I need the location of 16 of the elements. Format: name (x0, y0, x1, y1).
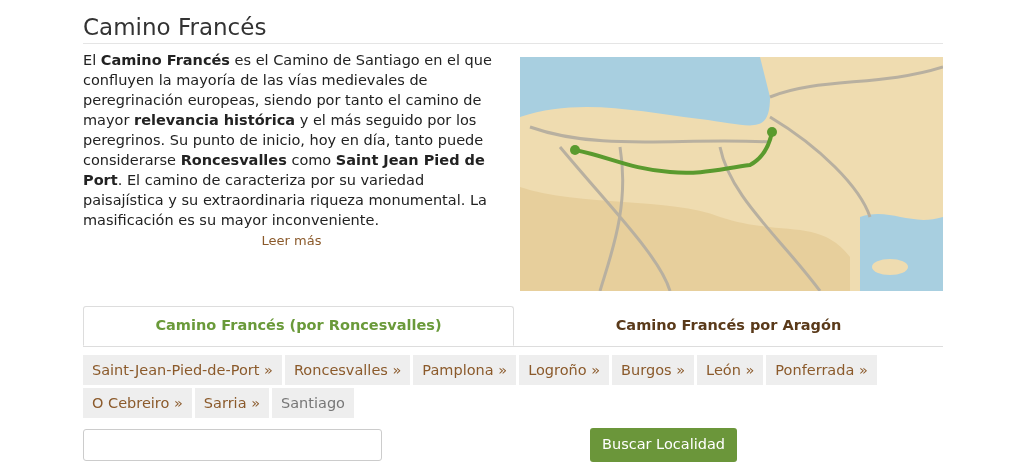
stage-link[interactable]: León » (697, 355, 764, 385)
intro-paragraph: El Camino Francés es el Camino de Santiago en el que confluyen la mayoría de las vías medievales de peregrinación europeas, siendo por tanto el camino de mayor relevancia histórica y el más seguido por los peregrinos. Su punto de inicio, hoy en día, tanto puede considerarse Roncesvalles como Saint Jean Pied de Port. El camino de caracteriza por su variedad paisajística y su extraordinaria riqueza monumental. La masificación es su mayor inconveniente. (83, 51, 493, 230)
search-button[interactable]: Buscar Localidad (590, 428, 738, 462)
stage-link[interactable]: O Cebreiro » (83, 388, 192, 418)
route-tab[interactable]: Camino Francés (por Roncesvalles) (83, 306, 514, 346)
stage-link[interactable]: Pamplona » (413, 355, 517, 385)
stage-link[interactable]: Ponferrada » (766, 355, 877, 385)
stage-link[interactable]: Burgos » (612, 355, 695, 385)
search-field[interactable] (83, 429, 382, 461)
page-title: Camino Francés (83, 12, 943, 44)
stage-link[interactable]: Sarria » (194, 388, 269, 418)
stage-link[interactable]: Roncesvalles » (284, 355, 411, 385)
stage-link[interactable]: Saint-Jean-Pied-de-Port » (83, 355, 282, 385)
stage-link[interactable]: Logroño » (519, 355, 610, 385)
stage-label: Santiago (272, 388, 354, 418)
read-more-link[interactable]: Leer más (261, 232, 322, 250)
